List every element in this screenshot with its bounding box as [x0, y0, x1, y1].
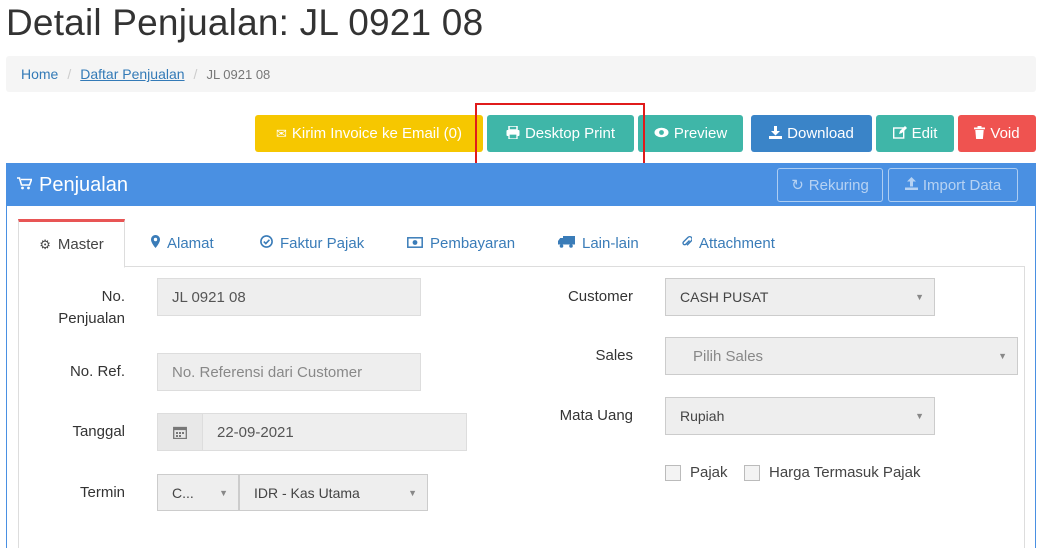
tab-bar: ⚙ Master Alamat Faktur Pajak Pembayaran: [18, 219, 1025, 268]
chevron-down-icon: ▼: [408, 487, 417, 498]
refresh-icon: ↻: [791, 177, 804, 194]
print-icon: [506, 124, 520, 142]
chevron-down-icon: ▼: [998, 351, 1007, 361]
import-data-button[interactable]: Import Data: [888, 168, 1018, 202]
customer-label: Customer: [567, 288, 633, 305]
tab-label: Faktur Pajak: [280, 234, 365, 252]
no-penjualan-label: No. Penjualan: [37, 286, 125, 330]
mata-uang-select-value: Rupiah: [680, 408, 725, 424]
no-penjualan-field[interactable]: JL 0921 08: [157, 278, 421, 316]
breadcrumb-home-link[interactable]: Home: [21, 66, 58, 82]
no-penjualan-label-line2: Penjualan: [58, 310, 125, 327]
preview-button[interactable]: Preview: [638, 115, 743, 152]
tab-label: Alamat: [167, 234, 214, 252]
tab-label: Master: [57, 236, 104, 253]
download-icon: [769, 125, 783, 142]
map-marker-icon: [151, 235, 160, 251]
send-invoice-email-label: Kirim Invoice ke Email (0): [291, 125, 462, 142]
harga-termasuk-pajak-label: Harga Termasuk Pajak: [769, 464, 921, 481]
preview-label: Preview: [673, 125, 728, 142]
rekuring-button[interactable]: ↻ Rekuring: [777, 168, 883, 202]
tab-faktur-pajak[interactable]: Faktur Pajak: [247, 219, 377, 267]
no-penjualan-label-line1: No.: [101, 288, 125, 305]
calendar-icon[interactable]: [157, 413, 203, 451]
breadcrumb-current: JL 0921 08: [206, 66, 271, 82]
edit-icon: [892, 125, 907, 142]
sales-label: Sales: [595, 347, 633, 364]
pajak-checkbox-label: Pajak: [690, 464, 728, 481]
harga-termasuk-pajak-checkbox[interactable]: [744, 465, 760, 481]
tab-pembayaran[interactable]: Pembayaran: [394, 219, 528, 267]
download-label: Download: [787, 125, 854, 142]
desktop-print-label: Desktop Print: [524, 125, 616, 142]
tab-label: Pembayaran: [430, 234, 516, 252]
chevron-down-icon: ▼: [219, 487, 228, 498]
truck-icon: [558, 235, 575, 251]
breadcrumb-separator: /: [67, 66, 72, 82]
tab-label: Lain-lain: [582, 234, 639, 252]
breadcrumb-separator: /: [193, 66, 198, 82]
shopping-cart-icon: [17, 177, 33, 193]
desktop-print-button[interactable]: Desktop Print: [487, 115, 634, 152]
breadcrumb-daftar-penjualan-link[interactable]: Daftar Penjualan: [80, 66, 184, 82]
void-button[interactable]: Void: [958, 115, 1036, 152]
tab-label: Attachment: [699, 234, 775, 252]
send-invoice-email-button[interactable]: ✉ Kirim Invoice ke Email (0): [255, 115, 483, 152]
no-ref-label: No. Ref.: [69, 363, 125, 380]
mata-uang-select[interactable]: Rupiah ▼: [665, 397, 935, 435]
sales-select[interactable]: Pilih Sales ▼: [665, 337, 1018, 375]
chevron-down-icon: ▼: [915, 292, 924, 302]
void-label: Void: [990, 125, 1020, 142]
chevron-down-icon: ▼: [915, 411, 924, 421]
check-circle-icon: [260, 235, 273, 251]
master-form: No. Penjualan JL 0921 08 No. Ref. No. Re…: [18, 267, 1025, 548]
termin-select[interactable]: C... ▼: [157, 474, 239, 511]
no-ref-field[interactable]: No. Referensi dari Customer: [157, 353, 421, 391]
envelope-icon: ✉: [276, 125, 287, 141]
panel-header: Penjualan ↻ Rekuring Import Data: [7, 164, 1035, 206]
pajak-checkbox[interactable]: [665, 465, 681, 481]
kas-select[interactable]: IDR - Kas Utama ▼: [239, 474, 428, 511]
tab-lain-lain[interactable]: Lain-lain: [545, 219, 652, 267]
gears-icon: ⚙: [39, 236, 51, 252]
termin-label: Termin: [79, 484, 125, 501]
rekuring-label: Rekuring: [808, 176, 869, 194]
import-data-label: Import Data: [922, 176, 1002, 194]
upload-icon: [904, 176, 918, 194]
panel-title: Penjualan: [39, 173, 128, 196]
page-title: Detail Penjualan: JL 0921 08: [6, 2, 484, 43]
kas-select-value: IDR - Kas Utama: [254, 484, 360, 501]
tab-master[interactable]: ⚙ Master: [18, 219, 125, 268]
customer-select[interactable]: CASH PUSAT ▼: [665, 278, 935, 316]
money-icon: [407, 236, 423, 251]
mata-uang-label: Mata Uang: [559, 407, 633, 424]
sales-select-placeholder: Pilih Sales: [693, 347, 764, 365]
trash-icon: [974, 125, 986, 142]
tab-alamat[interactable]: Alamat: [138, 219, 227, 267]
customer-select-value: CASH PUSAT: [680, 289, 769, 305]
eye-icon: [654, 126, 669, 141]
termin-select-value: C...: [172, 484, 194, 501]
edit-button[interactable]: Edit: [876, 115, 954, 152]
tanggal-label: Tanggal: [72, 423, 125, 440]
tanggal-field[interactable]: 22-09-2021: [202, 413, 467, 451]
breadcrumb: Home / Daftar Penjualan / JL 0921 08: [6, 56, 1036, 92]
paperclip-icon: [681, 235, 693, 251]
tab-attachment[interactable]: Attachment: [668, 219, 788, 267]
edit-label: Edit: [911, 125, 938, 142]
penjualan-panel: Penjualan ↻ Rekuring Import Data ⚙ Maste…: [6, 163, 1036, 548]
download-button[interactable]: Download: [751, 115, 872, 152]
